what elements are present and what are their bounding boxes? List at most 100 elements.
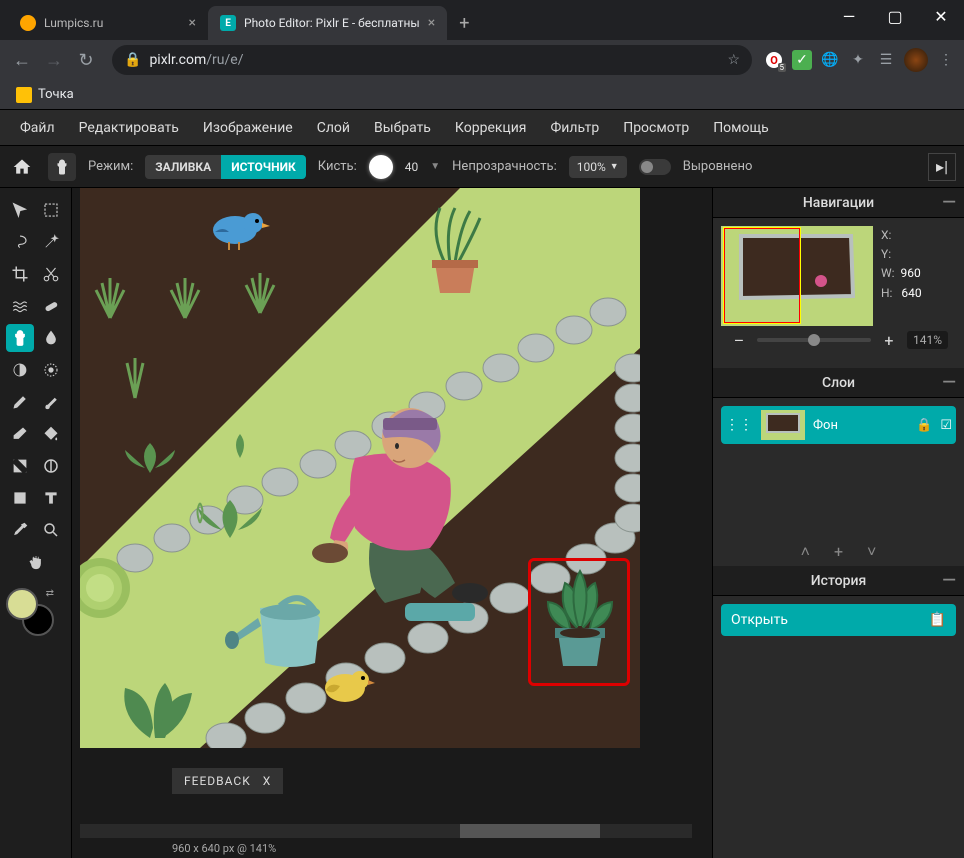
collapse-icon[interactable]: — [942, 570, 956, 591]
home-button[interactable] [8, 153, 36, 181]
menu-adjustment[interactable]: Коррекция [443, 110, 539, 145]
profile-avatar[interactable] [904, 48, 928, 72]
brush-size-value: 40 [405, 160, 419, 174]
hand-tool[interactable] [22, 548, 50, 576]
active-tool-icon[interactable] [48, 153, 76, 181]
wand-tool[interactable] [38, 228, 66, 256]
drag-handle-icon[interactable]: ⋮⋮ [725, 417, 753, 433]
menu-image[interactable]: Изображение [191, 110, 305, 145]
zoom-slider[interactable] [757, 338, 871, 342]
foreground-color[interactable] [6, 588, 38, 620]
add-layer-button[interactable]: + [834, 542, 843, 562]
menu-filter[interactable]: Фильтр [539, 110, 612, 145]
star-icon[interactable]: ☆ [727, 52, 740, 68]
menu-select[interactable]: Выбрать [362, 110, 443, 145]
feedback-button[interactable]: FEEDBACK X [172, 768, 283, 794]
crop-tool[interactable] [6, 260, 34, 288]
navigator-thumbnail[interactable] [721, 226, 873, 326]
heal-tool[interactable] [38, 292, 66, 320]
brush-preview[interactable] [369, 155, 393, 179]
window-maximize-button[interactable]: ▢ [872, 0, 918, 32]
browser-tab-lumpics[interactable]: Lumpics.ru × [8, 6, 208, 40]
zoom-in-button[interactable]: + [879, 330, 899, 350]
zoom-out-button[interactable]: – [729, 330, 749, 350]
close-icon[interactable]: × [189, 15, 196, 31]
history-item[interactable]: Открыть 📋 [721, 604, 956, 636]
canvas-area: FEEDBACK X 960 x 640 px @ 141% [72, 188, 712, 858]
layer-up-button[interactable]: ˄ [801, 542, 810, 562]
cut-tool[interactable] [38, 260, 66, 288]
mode-fill-button[interactable]: ЗАЛИВКА [145, 155, 221, 179]
bookmark-label: Точка [38, 87, 74, 102]
url-bar[interactable]: 🔒 pixlr.com/ru/e/ ☆ [112, 45, 752, 75]
move-tool[interactable] [6, 196, 34, 224]
blur-tool[interactable] [38, 324, 66, 352]
horizontal-scrollbar[interactable] [80, 824, 692, 838]
eraser-tool[interactable] [6, 420, 34, 448]
fill-tool[interactable] [38, 420, 66, 448]
close-icon[interactable]: × [428, 15, 435, 31]
navigation-panel-header: Навигации — [713, 188, 964, 218]
collapse-icon[interactable]: — [942, 192, 956, 213]
highlight-box [528, 558, 630, 686]
menu-file[interactable]: Файл [8, 110, 67, 145]
menu-help[interactable]: Помощь [701, 110, 781, 145]
bookmarks-bar: Точка [0, 80, 964, 110]
canvas-viewport[interactable]: FEEDBACK X [72, 188, 712, 824]
swap-colors-icon[interactable]: ⇄ [46, 588, 54, 599]
favicon-icon [20, 15, 36, 31]
extensions-menu-icon[interactable]: ✦ [848, 50, 868, 70]
layer-down-button[interactable]: ˅ [867, 542, 876, 562]
extension-icon[interactable]: 🌐 [820, 50, 840, 70]
text-tool[interactable] [38, 484, 66, 512]
lasso-tool[interactable] [6, 228, 34, 256]
menu-layer[interactable]: Слой [305, 110, 362, 145]
brush-tool[interactable] [38, 388, 66, 416]
sponge-tool[interactable] [38, 356, 66, 384]
replace-color-tool[interactable] [38, 452, 66, 480]
nav-forward-button[interactable]: → [40, 46, 68, 74]
lock-icon[interactable]: 🔒 [916, 418, 932, 433]
zoom-value[interactable]: 141% [907, 331, 948, 349]
liquify-tool[interactable] [6, 292, 34, 320]
menu-view[interactable]: Просмотр [611, 110, 701, 145]
window-minimize-button[interactable]: — [826, 0, 872, 32]
history-item-label: Открыть [731, 612, 788, 628]
mode-toggle: ЗАЛИВКА ИСТОЧНИК [145, 155, 306, 179]
shape-tool[interactable] [6, 484, 34, 512]
browser-tab-pixlr[interactable]: E Photo Editor: Pixlr E - бесплатны × [208, 6, 447, 40]
opacity-dropdown[interactable]: 100% ▼ [569, 156, 627, 178]
extension-icon[interactable]: ✓ [792, 50, 812, 70]
browser-menu-icon[interactable]: ⋮ [936, 50, 956, 70]
opacity-value: 100% [577, 160, 606, 174]
bookmark-item[interactable]: Точка [16, 87, 74, 103]
reading-list-icon[interactable]: ☰ [876, 50, 896, 70]
tool-options-bar: Режим: ЗАЛИВКА ИСТОЧНИК Кисть: 40 ▼ Непр… [0, 146, 964, 188]
window-close-button[interactable]: ✕ [918, 0, 964, 32]
pen-tool[interactable] [6, 388, 34, 416]
collapse-icon[interactable]: — [942, 372, 956, 393]
status-text: 960 x 640 px @ 141% [172, 842, 276, 855]
slider-knob[interactable] [808, 334, 820, 346]
layer-item[interactable]: ⋮⋮ Фон 🔒 ☑ [721, 406, 956, 444]
extension-icon[interactable]: O5 [764, 50, 784, 70]
visibility-icon[interactable]: ☑ [940, 418, 952, 433]
marquee-tool[interactable] [38, 196, 66, 224]
mode-source-button[interactable]: ИСТОЧНИК [221, 155, 306, 179]
nav-reload-button[interactable]: ↻ [72, 46, 100, 74]
panel-collapse-button[interactable]: ▸| [928, 153, 956, 181]
dodge-tool[interactable] [6, 356, 34, 384]
zoom-tool[interactable] [38, 516, 66, 544]
chevron-down-icon[interactable]: ▼ [430, 161, 440, 172]
nav-back-button[interactable]: ← [8, 46, 36, 74]
menu-edit[interactable]: Редактировать [67, 110, 191, 145]
close-icon[interactable]: X [263, 774, 272, 788]
clone-stamp-tool[interactable] [6, 324, 34, 352]
document-icon: 📋 [929, 612, 946, 628]
scrollbar-thumb[interactable] [460, 824, 600, 838]
new-tab-button[interactable]: + [447, 13, 481, 34]
canvas[interactable] [80, 188, 640, 748]
aligned-toggle[interactable] [639, 159, 671, 175]
gradient-tool[interactable] [6, 452, 34, 480]
eyedropper-tool[interactable] [6, 516, 34, 544]
